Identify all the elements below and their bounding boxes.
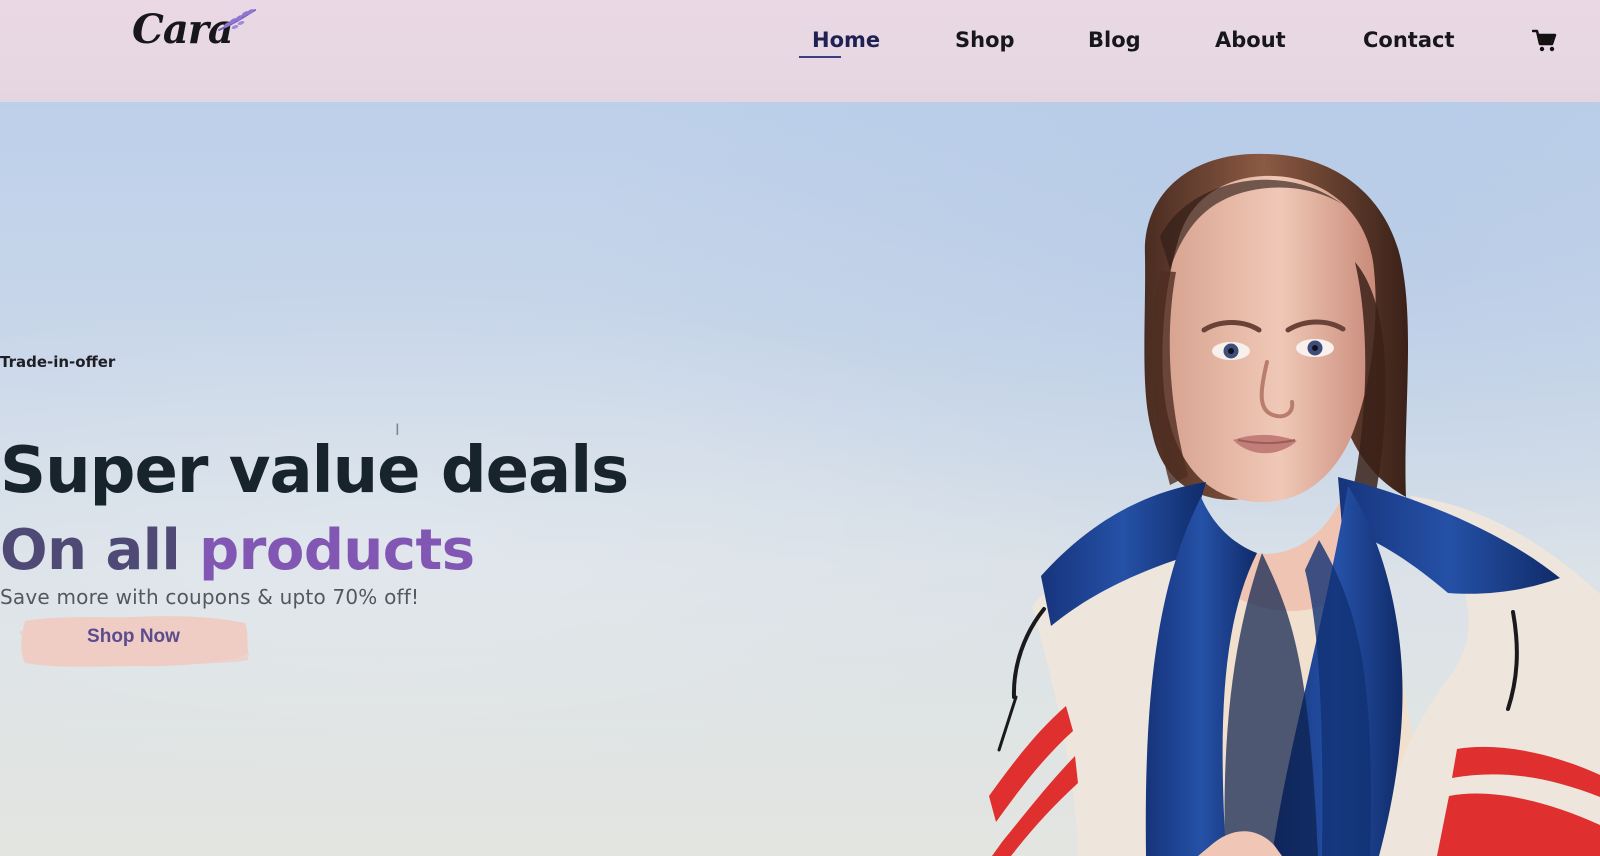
hero-copy: Trade-in-offer Super value deals I On al… bbox=[0, 102, 760, 856]
homepage: Cara Home Shop Blog About Contact Trade-… bbox=[0, 0, 1600, 856]
main-navigation: Home Shop Blog About Contact bbox=[0, 0, 1600, 102]
nav-link-contact[interactable]: Contact bbox=[1363, 25, 1455, 55]
nav-link-about[interactable]: About bbox=[1215, 25, 1286, 55]
hero-headline-line-2-accent: products bbox=[199, 518, 475, 584]
hero-headline-line-2: On all products bbox=[0, 515, 475, 587]
hero-subtext: Save more with coupons & upto 70% off! bbox=[0, 585, 420, 609]
cart-icon[interactable] bbox=[1531, 29, 1558, 53]
text-cursor: I bbox=[395, 420, 400, 439]
nav-link-home[interactable]: Home bbox=[812, 25, 880, 55]
hero-section: Trade-in-offer Super value deals I On al… bbox=[0, 102, 1600, 856]
site-header: Cara Home Shop Blog About Contact bbox=[0, 0, 1600, 103]
nav-link-shop[interactable]: Shop bbox=[955, 25, 1015, 55]
model-jacket-image bbox=[900, 146, 1600, 856]
hero-headline-line-1: Super value deals bbox=[0, 433, 629, 508]
nav-link-blog[interactable]: Blog bbox=[1088, 25, 1141, 55]
shop-now-label: Shop Now bbox=[87, 626, 180, 647]
shop-now-button[interactable]: Shop Now bbox=[17, 613, 250, 670]
hero-eyebrow: Trade-in-offer bbox=[0, 353, 116, 371]
hero-headline-line-2-start: On all bbox=[0, 518, 200, 584]
active-nav-underline bbox=[799, 56, 841, 58]
